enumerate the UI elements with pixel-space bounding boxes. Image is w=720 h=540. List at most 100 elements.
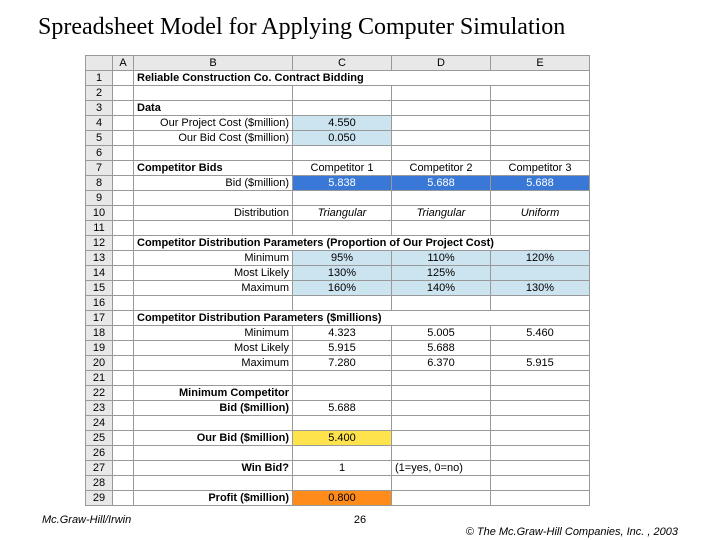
cell: Competitor 1 <box>293 161 392 176</box>
slide-footer: Mc.Graw-Hill/Irwin 26 © The Mc.Graw-Hill… <box>0 514 720 526</box>
row-number: 24 <box>86 416 113 431</box>
cell: Triangular <box>293 206 392 221</box>
cell: Competitor Bids <box>134 161 293 176</box>
table-row: 1Reliable Construction Co. Contract Bidd… <box>86 71 590 86</box>
cell: 4.323 <box>293 326 392 341</box>
cell <box>392 386 491 401</box>
table-row: 21 <box>86 371 590 386</box>
cell <box>293 221 392 236</box>
cell: Our Bid Cost ($million) <box>134 131 293 146</box>
cell: 5.400 <box>293 431 392 446</box>
cell <box>491 416 590 431</box>
cell: 5.005 <box>392 326 491 341</box>
cell <box>392 221 491 236</box>
cell: Our Project Cost ($million) <box>134 116 293 131</box>
col-header: C <box>293 56 392 71</box>
cell: Uniform <box>491 206 590 221</box>
table-row: 13Minimum95%110%120% <box>86 251 590 266</box>
col-header <box>86 56 113 71</box>
table-row: 15Maximum160%140%130% <box>86 281 590 296</box>
row-number: 28 <box>86 476 113 491</box>
cell <box>392 86 491 101</box>
cell <box>491 476 590 491</box>
row-number: 8 <box>86 176 113 191</box>
cell: 125% <box>392 266 491 281</box>
cell <box>113 296 134 311</box>
cell <box>392 416 491 431</box>
cell <box>113 431 134 446</box>
cell <box>113 176 134 191</box>
cell <box>113 416 134 431</box>
cell <box>491 221 590 236</box>
row-number: 20 <box>86 356 113 371</box>
row-number: 22 <box>86 386 113 401</box>
cell <box>392 446 491 461</box>
cell: 5.688 <box>491 176 590 191</box>
cell <box>392 191 491 206</box>
cell: Maximum <box>134 281 293 296</box>
table-row: 19Most Likely5.9155.688 <box>86 341 590 356</box>
table-row: 12Competitor Distribution Parameters (Pr… <box>86 236 590 251</box>
cell <box>113 386 134 401</box>
table-row: 25 Our Bid ($million)5.400 <box>86 431 590 446</box>
row-number: 7 <box>86 161 113 176</box>
table-row: 27Win Bid?1(1=yes, 0=no) <box>86 461 590 476</box>
cell: 1 <box>293 461 392 476</box>
row-number: 10 <box>86 206 113 221</box>
cell: Data <box>134 101 293 116</box>
cell <box>491 131 590 146</box>
table-row: 18Minimum4.3235.0055.460 <box>86 326 590 341</box>
cell <box>491 296 590 311</box>
cell <box>113 446 134 461</box>
cell <box>293 386 392 401</box>
table-row: 10DistributionTriangularTriangularUnifor… <box>86 206 590 221</box>
cell: 130% <box>293 266 392 281</box>
cell: Most Likely <box>134 341 293 356</box>
cell <box>491 491 590 506</box>
cell: Reliable Construction Co. Contract Biddi… <box>134 71 590 86</box>
row-number: 6 <box>86 146 113 161</box>
table-row: 4Our Project Cost ($million)4.550 <box>86 116 590 131</box>
cell: 6.370 <box>392 356 491 371</box>
cell: 4.550 <box>293 116 392 131</box>
cell <box>491 461 590 476</box>
cell <box>113 191 134 206</box>
col-header: B <box>134 56 293 71</box>
cell <box>113 326 134 341</box>
cell <box>113 146 134 161</box>
cell <box>293 446 392 461</box>
table-row: 6 <box>86 146 590 161</box>
cell <box>134 146 293 161</box>
table-row: 8Bid ($million)5.8385.6885.688 <box>86 176 590 191</box>
table-row: 11 <box>86 221 590 236</box>
cell: (1=yes, 0=no) <box>392 461 491 476</box>
cell <box>392 116 491 131</box>
cell <box>113 266 134 281</box>
cell: 110% <box>392 251 491 266</box>
table-row: 16 <box>86 296 590 311</box>
cell <box>134 446 293 461</box>
cell: Win Bid? <box>134 461 293 476</box>
cell <box>113 401 134 416</box>
table-row: 2 <box>86 86 590 101</box>
cell <box>113 71 134 86</box>
row-number: 18 <box>86 326 113 341</box>
cell <box>113 101 134 116</box>
cell <box>392 146 491 161</box>
cell <box>491 401 590 416</box>
cell: Our Bid ($million) <box>134 431 293 446</box>
cell <box>113 86 134 101</box>
table-row: 14Most Likely130%125% <box>86 266 590 281</box>
cell <box>392 491 491 506</box>
col-header: E <box>491 56 590 71</box>
cell <box>113 116 134 131</box>
row-number: 12 <box>86 236 113 251</box>
cell <box>113 281 134 296</box>
footer-right: © The Mc.Graw-Hill Companies, Inc. , 200… <box>466 526 678 538</box>
cell <box>491 446 590 461</box>
cell <box>293 371 392 386</box>
cell: Maximum <box>134 356 293 371</box>
row-number: 29 <box>86 491 113 506</box>
cell <box>293 146 392 161</box>
row-number: 25 <box>86 431 113 446</box>
